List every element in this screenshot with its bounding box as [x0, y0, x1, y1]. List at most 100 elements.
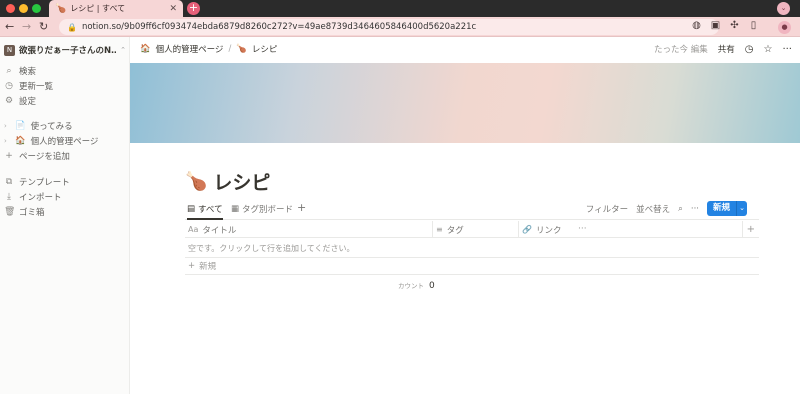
sidebar-item-updates[interactable]: ◷ 更新一覧	[4, 79, 126, 93]
ext-notion-icon[interactable]: ▣	[709, 20, 722, 31]
sidebar-item-import[interactable]: ⤓ インポート	[4, 190, 126, 204]
text-icon: Aa	[188, 225, 199, 234]
gear-icon: ⚙	[4, 96, 14, 106]
profile-avatar[interactable]: ●	[778, 21, 791, 34]
add-column-icon[interactable]: +	[747, 224, 755, 235]
topbar-actions: たった今 編集 共有 ◷ ☆ ···	[654, 43, 792, 56]
table-header: Aa タイトル ≡ タグ 🔗 リンク +	[185, 221, 759, 238]
tab-title: レシピ | すべて	[70, 4, 126, 13]
search-icon: ⌕	[6, 66, 12, 76]
ext-bookmark-icon[interactable]: ◍	[690, 20, 703, 31]
maximize-window-button[interactable]	[32, 4, 41, 13]
import-icon: ⤓	[7, 192, 11, 202]
sidepanel-icon[interactable]: ▯	[747, 20, 760, 31]
back-arrow-icon[interactable]: ←	[5, 20, 14, 34]
breadcrumb-current[interactable]: レシピ	[252, 43, 278, 55]
close-window-button[interactable]	[6, 4, 15, 13]
page-icon: 📄	[15, 121, 26, 131]
breadcrumb-parent[interactable]: 個人的管理ページ	[156, 43, 224, 55]
reload-icon[interactable]: ↻	[39, 20, 48, 34]
calculation-count[interactable]: カウント 0	[398, 280, 435, 291]
chevron-right-icon[interactable]: ›	[4, 137, 10, 145]
chevron-down-icon[interactable]: ⌄	[736, 201, 747, 216]
page-cover[interactable]	[130, 63, 800, 143]
sidebar-item-label: 使ってみる	[30, 122, 73, 132]
sidebar-item-label: 検索	[19, 67, 37, 77]
tab-search-icon[interactable]: ⌄	[777, 2, 790, 15]
sidebar-page-personal[interactable]: › 🏠 個人的管理ページ	[4, 134, 126, 148]
page-title-text[interactable]: レシピ	[213, 168, 270, 195]
extension-icons: ◍ ▣ ✣ ▯	[690, 20, 760, 31]
more-icon[interactable]: ···	[782, 44, 792, 55]
address-bar[interactable]: 🔒 notion.so/9b09ff6cf093474ebda6879d8260…	[59, 19, 719, 35]
chevron-right-icon[interactable]: ›	[4, 122, 10, 130]
sidebar-item-trash[interactable]: 🗑 ゴミ箱	[4, 205, 126, 219]
house-icon: 🏠	[15, 136, 26, 146]
drumstick-icon: 🍗	[55, 3, 67, 14]
browser-tab-active[interactable]: 🍗 レシピ | すべて ✕	[49, 0, 183, 17]
count-label: カウント	[398, 282, 424, 290]
tab-label: タグ別ボード	[242, 205, 294, 215]
drumstick-icon: 🍗	[236, 44, 247, 54]
empty-table-row[interactable]: 空です。クリックして行を追加してください。	[185, 238, 759, 258]
breadcrumb-separator: /	[228, 44, 232, 54]
edited-status: たった今 編集	[654, 45, 708, 55]
sidebar-item-label: インポート	[19, 193, 62, 203]
workspace-name: 欲張りだぁー子さんのN…	[19, 46, 117, 56]
table-icon: ▤	[187, 204, 196, 214]
link-icon: 🔗	[522, 225, 532, 234]
sidebar-page-getting-started[interactable]: › 📄 使ってみる	[4, 119, 126, 133]
board-icon: ▦	[231, 204, 240, 214]
ext-puzzle-icon[interactable]: ✣	[728, 20, 741, 31]
search-icon[interactable]: ⌕	[678, 204, 683, 214]
sidebar-item-label: 更新一覧	[19, 82, 54, 92]
sidebar-add-page[interactable]: + ページを追加	[4, 149, 126, 163]
forward-arrow-icon[interactable]: →	[22, 20, 31, 34]
url-text[interactable]: notion.so/9b09ff6cf093474ebda6879d8260c2…	[82, 22, 476, 32]
tab-tag-board[interactable]: ▦ タグ別ボード	[231, 203, 293, 215]
list-icon: ≡	[436, 225, 443, 234]
column-label: タイトル	[202, 225, 237, 236]
plus-icon: +	[188, 261, 196, 271]
breadcrumb: 🏠 個人的管理ページ / 🍗 レシピ	[140, 43, 277, 55]
column-header-title[interactable]: Aa タイトル	[185, 221, 433, 238]
sidebar-item-search[interactable]: ⌕ 検索	[4, 64, 126, 78]
column-header-tag[interactable]: ≡ タグ	[433, 221, 519, 238]
workspace-switcher[interactable]: N 欲張りだぁー子さんのN… ⌃	[4, 42, 126, 58]
new-tab-button[interactable]: +	[187, 2, 200, 15]
house-icon: 🏠	[140, 44, 151, 54]
minimize-window-button[interactable]	[19, 4, 28, 13]
sidebar-item-label: 個人的管理ページ	[30, 137, 99, 147]
sidebar-item-label: ゴミ箱	[19, 208, 45, 218]
new-button: 新規 ⌄	[706, 201, 747, 216]
new-button-label[interactable]: 新規	[707, 201, 736, 216]
more-icon[interactable]: ···	[691, 204, 699, 214]
workspace-avatar: N	[4, 44, 15, 56]
count-value: 0	[429, 281, 435, 291]
add-view-button[interactable]: +	[297, 201, 306, 214]
plus-icon: +	[5, 151, 13, 161]
history-icon[interactable]: ◷	[745, 44, 754, 55]
chevron-updown-icon: ⌃	[120, 46, 126, 54]
filter-button[interactable]: フィルター	[586, 203, 628, 215]
add-row-label: 新規	[199, 262, 217, 272]
clock-icon: ◷	[5, 81, 13, 91]
tab-label: すべて	[198, 205, 223, 215]
column-label: タグ	[446, 225, 464, 236]
share-button[interactable]: 共有	[718, 43, 735, 55]
column-header-link[interactable]: 🔗 リンク	[519, 221, 743, 238]
sidebar: N 欲張りだぁー子さんのN… ⌃ ⌕ 検索 ◷ 更新一覧 ⚙ 設定 › 📄 使っ…	[0, 37, 130, 394]
sort-button[interactable]: 並べ替え	[636, 203, 670, 215]
sidebar-item-settings[interactable]: ⚙ 設定	[4, 94, 126, 108]
more-icon[interactable]: ···	[578, 224, 587, 234]
view-actions: フィルター 並べ替え ⌕ ··· 新規 ⌄	[586, 201, 747, 216]
column-label: リンク	[535, 225, 562, 236]
lock-icon: 🔒	[67, 22, 77, 32]
star-icon[interactable]: ☆	[763, 44, 772, 55]
add-row-button[interactable]: + 新規	[185, 258, 759, 275]
drumstick-icon[interactable]: 🍗	[185, 171, 207, 192]
close-tab-icon[interactable]: ✕	[169, 4, 177, 14]
sidebar-item-label: 設定	[19, 97, 37, 107]
tab-all[interactable]: ▤ すべて	[187, 203, 223, 220]
sidebar-item-templates[interactable]: ⧉ テンプレート	[4, 175, 126, 189]
